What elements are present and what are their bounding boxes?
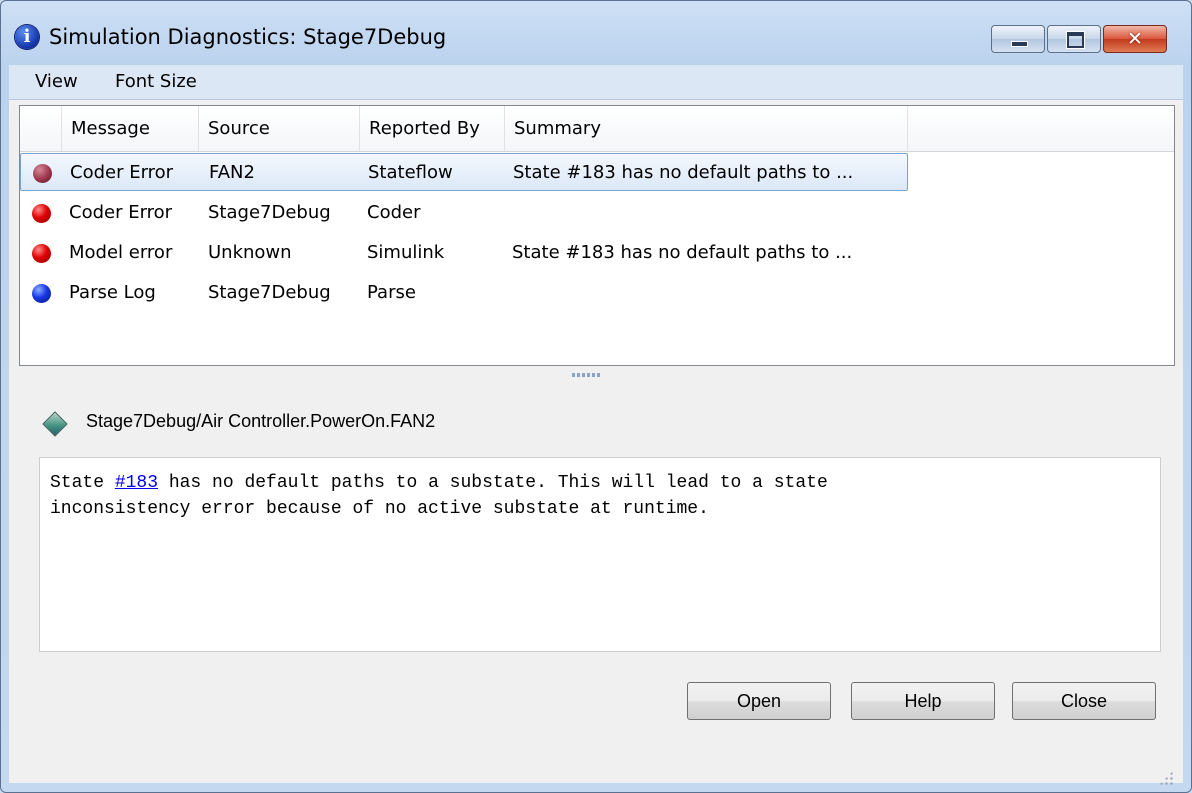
table-row[interactable]: Model error Unknown Simulink State #183 … (20, 234, 908, 272)
row-summary: State #183 has no default paths to ... (512, 242, 853, 263)
column-header-source[interactable]: Source (199, 106, 360, 151)
error-icon (33, 164, 52, 183)
window-title: Simulation Diagnostics: Stage7Debug (49, 25, 447, 49)
table-row[interactable]: Coder Error FAN2 Stateflow State #183 ha… (20, 153, 908, 191)
close-window-button[interactable]: ✕ (1103, 25, 1167, 53)
row-message: Coder Error (69, 202, 173, 223)
details-panel: State #183 has no default paths to a sub… (39, 457, 1161, 652)
error-icon (32, 244, 51, 263)
diagnostics-table: Message Source Reported By Summary Coder… (19, 105, 1175, 366)
icon-column-header (20, 106, 62, 151)
open-button[interactable]: Open (687, 682, 831, 720)
block-path[interactable]: Stage7Debug/Air Controller.PowerOn.FAN2 (86, 411, 435, 432)
row-source: Unknown (208, 242, 292, 263)
close-button[interactable]: Close (1012, 682, 1156, 720)
row-summary: State #183 has no default paths to ... (513, 162, 854, 183)
column-header-message[interactable]: Message (62, 106, 199, 151)
column-header-reported-by[interactable]: Reported By (360, 106, 505, 151)
content-area: Message Source Reported By Summary Coder… (9, 100, 1183, 783)
state-link[interactable]: #183 (115, 473, 158, 493)
stateflow-block-icon (42, 411, 68, 437)
row-message: Model error (69, 242, 173, 263)
row-reported-by: Stateflow (368, 162, 453, 183)
help-button[interactable]: Help (851, 682, 995, 720)
column-header-summary[interactable]: Summary (505, 106, 908, 151)
row-reported-by: Simulink (367, 242, 445, 263)
details-text-before: State (50, 473, 115, 493)
details-text-after: has no default paths to a substate. This… (50, 473, 828, 519)
title-bar[interactable]: i Simulation Diagnostics: Stage7Debug ✕ (1, 1, 1191, 63)
close-icon: ✕ (1127, 28, 1143, 50)
minimize-icon (1011, 41, 1028, 47)
row-source: Stage7Debug (208, 202, 331, 223)
table-header: Message Source Reported By Summary (20, 106, 1174, 152)
diagnostics-window: i Simulation Diagnostics: Stage7Debug ✕ … (0, 0, 1192, 793)
row-reported-by: Coder (367, 202, 421, 223)
row-message: Coder Error (70, 162, 174, 183)
info-icon: i (15, 25, 39, 49)
table-row[interactable]: Parse Log Stage7Debug Parse (20, 274, 908, 312)
row-message: Parse Log (69, 282, 156, 303)
error-icon (32, 204, 51, 223)
info-icon (32, 284, 51, 303)
splitter-handle[interactable] (572, 373, 600, 377)
row-source: Stage7Debug (208, 282, 331, 303)
minimize-button[interactable] (991, 25, 1045, 53)
filler-column-header (908, 106, 1174, 151)
menu-bar: View Font Size (9, 65, 1183, 100)
table-row[interactable]: Coder Error Stage7Debug Coder (20, 194, 908, 232)
menu-font-size[interactable]: Font Size (113, 71, 199, 92)
menu-view[interactable]: View (33, 71, 80, 92)
maximize-button[interactable] (1047, 25, 1101, 53)
maximize-icon (1067, 32, 1084, 48)
row-reported-by: Parse (367, 282, 416, 303)
row-source: FAN2 (209, 162, 255, 183)
details-text: State #183 has no default paths to a sub… (50, 470, 1150, 522)
